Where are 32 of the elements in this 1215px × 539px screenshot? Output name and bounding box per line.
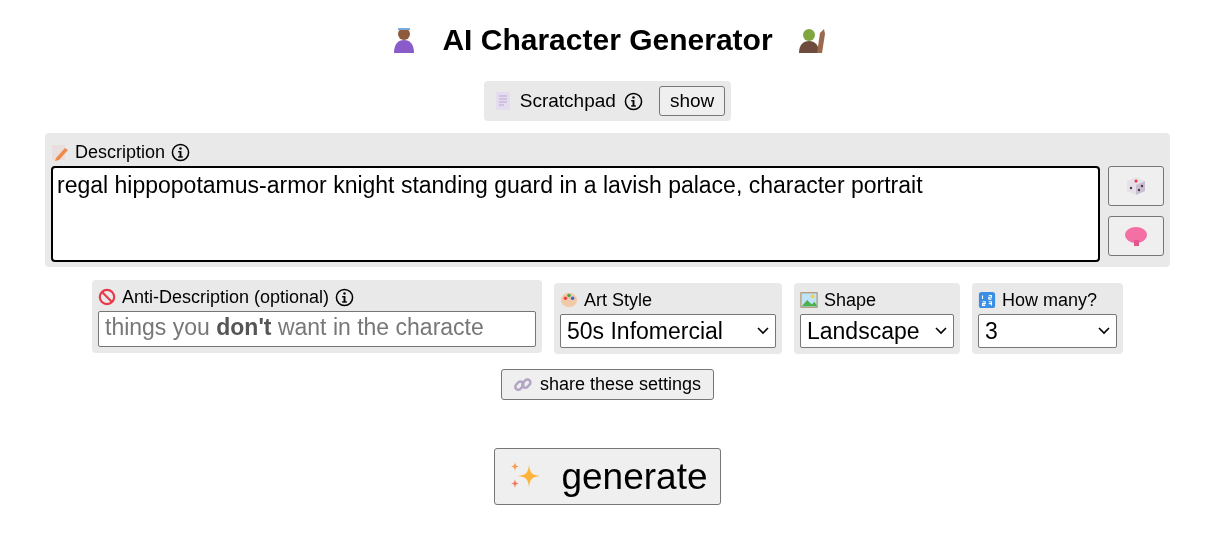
dice-icon <box>1125 175 1147 197</box>
pencil-paper-icon <box>51 142 69 162</box>
description-field[interactable]: regal hippopotamus-armor knight standing guard in a lavish palace, character portrait <box>51 166 1100 262</box>
scratchpad-label: Scratchpad <box>519 90 616 112</box>
share-button[interactable]: share these settings <box>500 369 715 400</box>
palette-icon <box>560 290 578 310</box>
orc-icon <box>796 26 825 54</box>
anti-description-field[interactable]: things you don't want in the characte <box>98 311 536 347</box>
chevron-icon <box>1098 327 1110 335</box>
shape-label: Shape <box>824 289 877 311</box>
info-icon[interactable] <box>171 142 191 162</box>
numbers-icon <box>978 290 996 310</box>
dice-button[interactable] <box>1108 166 1164 206</box>
chevron-icon <box>935 327 947 335</box>
art-style-label: Art Style <box>584 289 653 311</box>
scroll-icon <box>493 91 512 111</box>
chevron-icon <box>757 327 769 335</box>
how-many-select[interactable]: 3 <box>978 314 1117 348</box>
link-icon <box>513 375 532 394</box>
show-button[interactable]: show <box>658 86 726 116</box>
prohibited-icon <box>98 287 116 307</box>
description-label: Description <box>75 141 166 163</box>
landscape-icon <box>800 290 818 310</box>
brain-button[interactable] <box>1108 216 1164 256</box>
art-style-select[interactable]: 50s Infomercial <box>560 314 776 348</box>
anti-description-label: Anti-Description (optional) <box>122 286 330 308</box>
shape-select[interactable]: Landscape <box>800 314 954 348</box>
page-title: AI Character Generator <box>441 23 774 57</box>
info-icon[interactable] <box>335 287 355 307</box>
how-many-label: How many? <box>1002 289 1098 311</box>
info-icon[interactable] <box>623 91 643 111</box>
generate-button[interactable]: generate <box>494 448 721 505</box>
